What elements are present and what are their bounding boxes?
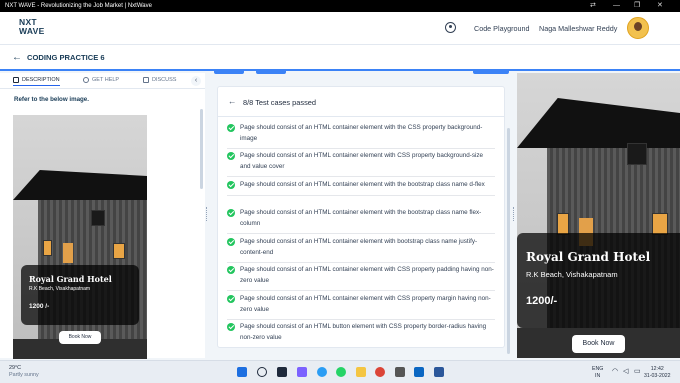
test-case-text: Page should consist of an HTML container…	[240, 124, 483, 142]
reference-image: Royal Grand Hotel R.K Beach, Visakhapatn…	[13, 115, 147, 359]
results-header: ← 8/8 Test cases passed	[218, 87, 504, 117]
windows-icon[interactable]	[237, 367, 247, 377]
collapse-panel-icon[interactable]: ‹	[191, 76, 201, 86]
scrollbar[interactable]	[507, 128, 510, 354]
instruction-text: Refer to the below image.	[14, 96, 89, 103]
hotel-name: Royal Grand Hotel	[526, 250, 651, 264]
app-icon[interactable]	[395, 367, 405, 377]
panel-tabs: DESCRIPTION GET HELP DISCUSS ‹	[0, 73, 205, 89]
language-code: ENG	[592, 366, 604, 372]
back-arrow-icon[interactable]: ←	[12, 52, 22, 63]
wifi-icon[interactable]: ◠	[612, 368, 618, 376]
weather-condition: Partly sunny	[9, 372, 39, 378]
task-view-icon[interactable]	[277, 367, 287, 377]
top-navbar: NXT WAVE Code Playground Naga Malleshwar…	[0, 12, 680, 45]
tab-stub[interactable]	[214, 70, 244, 74]
test-case-text: Page should consist of an HTML container…	[240, 152, 484, 170]
clock[interactable]: 12:42 31-03-2022	[644, 366, 671, 379]
tab-label: DESCRIPTION	[22, 77, 60, 83]
logo-line-2: WAVE	[19, 26, 45, 36]
output-preview: Royal Grand Hotel R.K Beach, Vishakapatn…	[517, 73, 680, 358]
description-panel: DESCRIPTION GET HELP DISCUSS ‹ Refer to …	[0, 73, 205, 359]
user-name[interactable]: Naga Malleshwar Reddy	[539, 24, 617, 33]
book-now-button[interactable]: Book Now	[59, 331, 101, 344]
resize-handle[interactable]	[206, 207, 208, 221]
check-circle-icon	[227, 181, 235, 189]
check-circle-icon	[227, 124, 235, 132]
region-code: IN	[595, 372, 601, 379]
help-icon	[83, 77, 89, 83]
test-case-text: Page should consist of an HTML container…	[240, 181, 485, 188]
tab-label: DISCUSS	[152, 77, 177, 83]
check-circle-icon	[227, 238, 235, 246]
tab-stub[interactable]	[256, 70, 286, 74]
battery-icon[interactable]: ▭	[634, 368, 641, 376]
restore-icon[interactable]: ❐	[634, 0, 640, 12]
scrollbar[interactable]	[200, 109, 203, 189]
minimize-icon[interactable]: —	[613, 0, 620, 12]
check-circle-icon	[227, 323, 235, 331]
test-case-text: Page should consist of an HTML container…	[240, 266, 494, 284]
window-titlebar: NXT WAVE - Revolutionizing the Job Marke…	[0, 0, 680, 12]
word-icon[interactable]	[434, 367, 444, 377]
vscode-icon[interactable]	[414, 367, 424, 377]
hotel-price: 1200 /-	[29, 303, 50, 310]
tab-stub[interactable]	[473, 70, 509, 74]
tab-discuss[interactable]: DISCUSS	[143, 77, 176, 83]
chat-icon	[143, 77, 149, 83]
whatsapp-icon[interactable]	[336, 367, 346, 377]
test-case-item: Page should consist of an HTML container…	[227, 237, 495, 263]
check-circle-icon	[227, 152, 235, 160]
test-case-item: Page should consist of an HTML container…	[227, 294, 495, 320]
test-case-item: Page should consist of an HTML container…	[227, 208, 495, 234]
test-case-text: Page should consist of an HTML container…	[240, 209, 482, 227]
test-case-item: Page should consist of an HTML button el…	[227, 322, 495, 347]
book-now-button[interactable]: Book Now	[572, 335, 625, 353]
weather-widget[interactable]: 29°C Partly sunny	[9, 365, 39, 379]
avatar[interactable]	[627, 17, 649, 39]
file-explorer-icon[interactable]	[356, 367, 366, 377]
test-case-text: Page should consist of an HTML container…	[240, 295, 491, 313]
timer-icon[interactable]	[445, 22, 456, 33]
hotel-name: Royal Grand Hotel	[29, 274, 112, 284]
test-results-panel: ← 8/8 Test cases passed Page should cons…	[217, 86, 505, 348]
hotel-location: R.K Beach, Visakhapatnam	[29, 286, 91, 292]
tab-label: GET HELP	[92, 77, 120, 83]
document-icon	[13, 77, 19, 83]
hotel-card: Royal Grand Hotel R.K Beach, Vishakapatn…	[517, 233, 680, 328]
check-circle-icon	[227, 209, 235, 217]
teams-icon[interactable]	[297, 367, 307, 377]
page-title: CODING PRACTICE 6	[27, 53, 105, 62]
language-indicator[interactable]: ENG IN	[592, 366, 603, 379]
check-circle-icon	[227, 295, 235, 303]
test-case-item: Page should consist of an HTML container…	[227, 123, 495, 149]
search-icon[interactable]	[257, 367, 267, 377]
test-case-item: Page should consist of an HTML container…	[227, 151, 495, 177]
test-case-item: Page should consist of an HTML container…	[227, 265, 495, 291]
nxtwave-logo[interactable]: NXT WAVE	[19, 18, 45, 36]
tab-get-help[interactable]: GET HELP	[83, 77, 119, 83]
test-case-text: Page should consist of an HTML button el…	[240, 323, 487, 341]
taskbar: 29°C Partly sunny ENG IN ◠ ◁ ▭ 12:42 31-…	[0, 360, 680, 383]
test-case-item: Page should consist of an HTML container…	[227, 180, 495, 196]
edge-icon[interactable]	[317, 367, 327, 377]
chrome-icon[interactable]	[375, 367, 385, 377]
practice-header: ← CODING PRACTICE 6	[0, 45, 680, 71]
resize-handle[interactable]	[513, 207, 515, 221]
date: 31-03-2022	[644, 372, 671, 379]
volume-icon[interactable]: ◁	[623, 368, 628, 376]
hotel-location: R.K Beach, Vishakapatnam	[526, 270, 618, 279]
back-arrow-icon[interactable]: ←	[228, 96, 237, 106]
window-title: NXT WAVE - Revolutionizing the Job Marke…	[5, 3, 152, 9]
test-case-text: Page should consist of an HTML container…	[240, 238, 478, 256]
code-playground-link[interactable]: Code Playground	[474, 24, 530, 33]
hotel-card: Royal Grand Hotel R.K Beach, Visakhapatn…	[21, 265, 139, 325]
results-title: 8/8 Test cases passed	[243, 98, 316, 107]
temperature: 29°C	[9, 365, 22, 371]
hotel-price: 1200/-	[526, 295, 558, 307]
close-icon[interactable]: ✕	[657, 0, 663, 12]
share-icon[interactable]: ⇄	[590, 0, 596, 12]
check-circle-icon	[227, 266, 235, 274]
tab-description[interactable]: DESCRIPTION	[13, 77, 60, 86]
